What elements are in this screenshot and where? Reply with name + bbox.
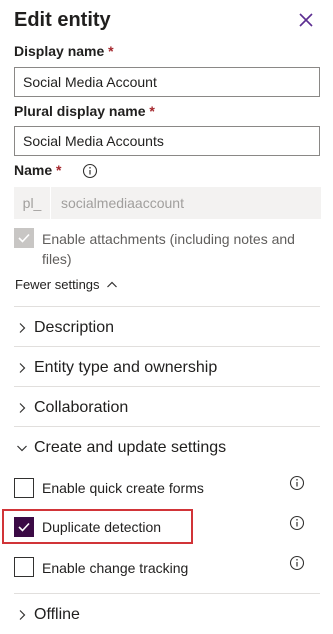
chevron-right-icon [19,610,26,620]
chevron-right-icon [19,323,26,333]
divider [14,346,320,347]
enable-attachments-label: Enable attachments (including notes and … [42,231,295,267]
divider [14,593,320,594]
enable-change-tracking-label: Enable change tracking [42,560,189,576]
info-icon[interactable] [289,475,305,491]
chevron-down-icon [17,445,27,452]
plural-display-name-label: Plural display name * [14,103,155,119]
name-prefix: pl_ [14,187,51,219]
chevron-right-icon [19,363,26,373]
panel-title: Edit entity [14,9,111,31]
display-name-input[interactable]: Social Media Account [14,67,320,97]
name-field: pl_ socialmediaaccount [14,187,321,219]
enable-quick-create-label: Enable quick create forms [42,480,204,496]
section-collaboration[interactable]: Collaboration [16,399,128,417]
fewer-settings-link[interactable]: Fewer settings [15,277,118,292]
chevron-up-icon [106,281,117,287]
enable-attachments-checkbox [14,228,34,248]
info-icon[interactable] [82,163,98,179]
checkmark-icon [18,233,30,243]
highlight-box [2,509,193,544]
enable-change-tracking-checkbox[interactable] [14,557,34,577]
divider [14,426,320,427]
name-label: Name * [14,162,62,178]
chevron-right-icon [19,403,26,413]
close-icon[interactable] [297,11,315,29]
display-name-label: Display name * [14,43,114,59]
info-icon[interactable] [289,555,305,571]
divider [14,306,320,307]
plural-display-name-input[interactable]: Social Media Accounts [14,126,320,156]
name-value: socialmediaaccount [61,195,184,211]
info-icon[interactable] [289,515,305,531]
section-create-update-settings[interactable]: Create and update settings [16,439,226,457]
section-description[interactable]: Description [16,319,114,337]
divider [14,386,320,387]
enable-quick-create-checkbox[interactable] [14,478,34,498]
section-entity-type-ownership[interactable]: Entity type and ownership [16,359,217,377]
section-offline[interactable]: Offline [16,606,80,624]
